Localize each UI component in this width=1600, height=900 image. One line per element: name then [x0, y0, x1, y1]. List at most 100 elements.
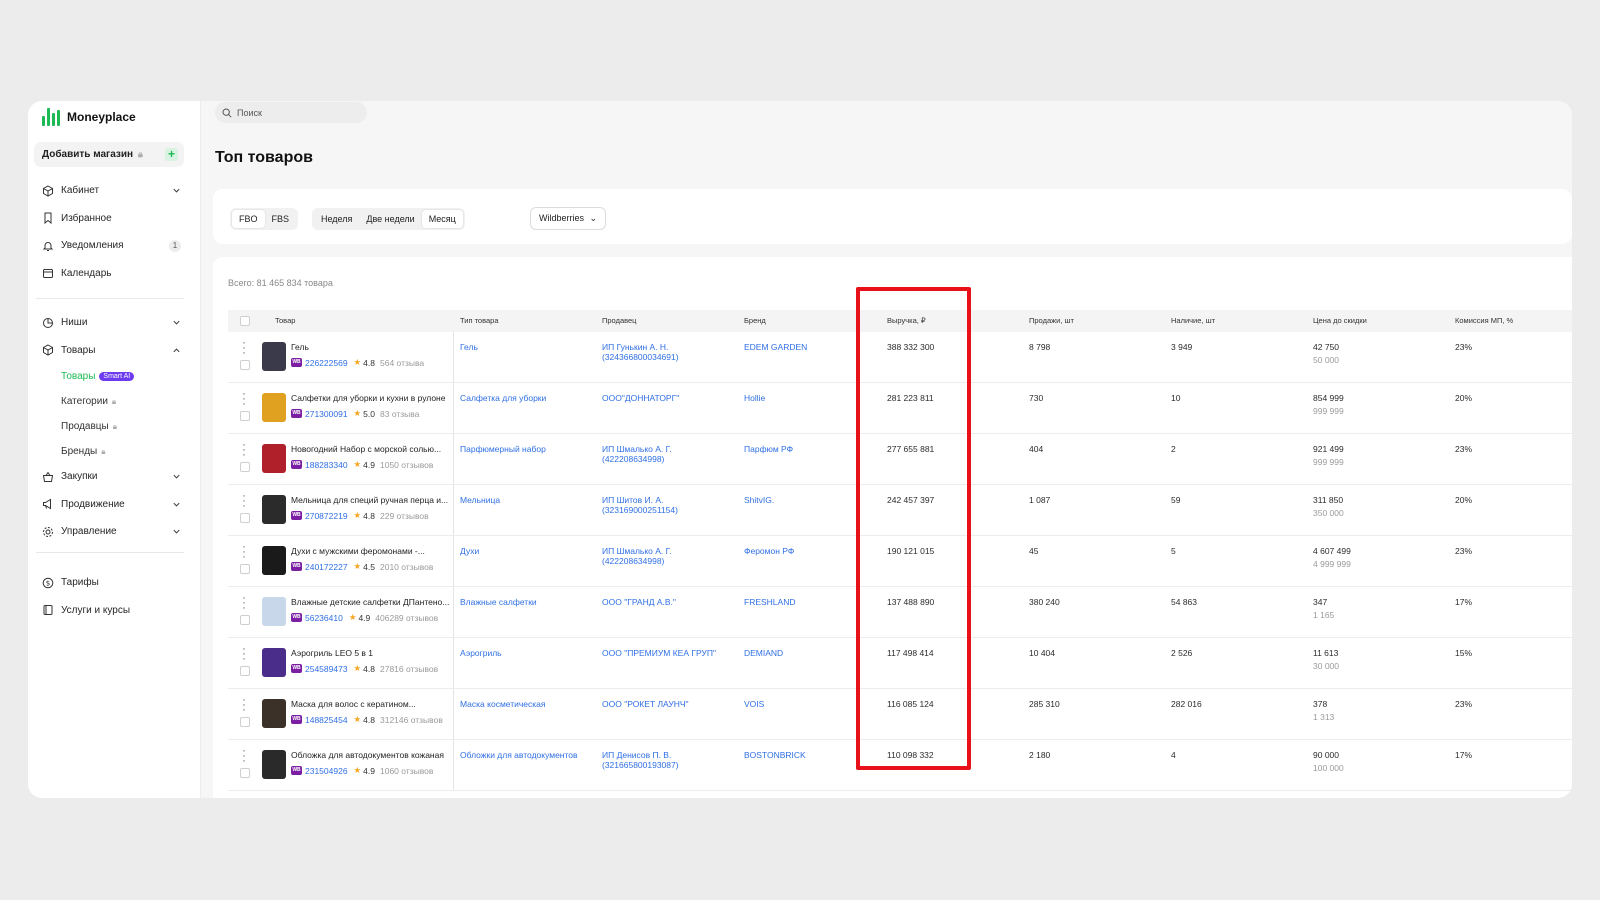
product-name[interactable]: Аэрогриль LEO 5 в 1: [291, 648, 453, 658]
submenu-item-2[interactable]: Продавцы 🔒︎: [28, 414, 201, 439]
sidebar-item-nav_top-1[interactable]: Избранное: [28, 205, 201, 233]
product-name[interactable]: Духи с мужскими феромонами -...: [291, 546, 453, 556]
submenu-item-1[interactable]: Категории 🔒︎: [28, 389, 201, 414]
row-checkbox[interactable]: [240, 615, 250, 625]
chevron-down-icon[interactable]: [172, 318, 181, 327]
table-row[interactable]: · · · Влажные детские салфетки ДПантено... W…: [228, 587, 1572, 638]
product-type-link[interactable]: Мельница: [460, 495, 595, 505]
seller-link[interactable]: ООО "ПРЕМИУМ КЕА ГРУП": [602, 648, 716, 658]
product-type-link[interactable]: Парфюмерный набор: [460, 444, 595, 454]
table-row[interactable]: · · · Духи с мужскими феромонами -... WB 2401…: [228, 536, 1572, 587]
product-sku-link[interactable]: 254589473: [305, 664, 348, 674]
row-checkbox[interactable]: [240, 666, 250, 676]
product-sku-link[interactable]: 226222569: [305, 358, 348, 368]
sidebar-item-nav_bottom-1[interactable]: Услуги и курсы: [28, 597, 201, 625]
row-menu-icon[interactable]: · · ·: [240, 695, 248, 716]
seller-link[interactable]: ООО"ДОННАТОРГ": [602, 393, 679, 403]
product-thumbnail[interactable]: [262, 393, 286, 422]
brand-link[interactable]: Парфюм РФ: [744, 444, 793, 454]
sidebar-item-nav_top-2[interactable]: Уведомления 1: [28, 232, 201, 260]
sidebar-item-nav_top-0[interactable]: Кабинет: [28, 177, 201, 205]
row-menu-icon[interactable]: · · ·: [240, 542, 248, 563]
fbo-option[interactable]: FBO: [232, 210, 265, 228]
row-checkbox[interactable]: [240, 411, 250, 421]
product-thumbnail[interactable]: [262, 699, 286, 728]
row-menu-icon[interactable]: · · ·: [240, 746, 248, 767]
submenu-item-0[interactable]: Товары Smart AI: [28, 364, 201, 389]
product-sku-link[interactable]: 270872219: [305, 511, 348, 521]
row-checkbox[interactable]: [240, 717, 250, 727]
seller-link[interactable]: ИП Шмалько А. Г. (422208634998): [602, 546, 672, 566]
product-sku-link[interactable]: 240172227: [305, 562, 348, 572]
period-two-weeks[interactable]: Две недели: [359, 210, 421, 228]
product-thumbnail[interactable]: [262, 648, 286, 677]
product-name[interactable]: Гель: [291, 342, 453, 352]
product-name[interactable]: Салфетки для уборки и кухни в рулоне: [291, 393, 453, 403]
brand-link[interactable]: Феромон РФ: [744, 546, 794, 556]
product-type-link[interactable]: Духи: [460, 546, 595, 556]
row-menu-icon[interactable]: · · ·: [240, 593, 248, 614]
table-row[interactable]: · · · Мельница для специй ручная перца и...…: [228, 485, 1572, 536]
row-checkbox[interactable]: [240, 360, 250, 370]
row-menu-icon[interactable]: · · ·: [240, 644, 248, 665]
seller-link[interactable]: ИП Гунькин А. Н. (324366800034691): [602, 342, 679, 362]
column-header-8[interactable]: Комиссия МП, %: [1455, 310, 1513, 332]
sidebar-item-nav_top-3[interactable]: Календарь: [28, 260, 201, 288]
column-header-6[interactable]: Наличие, шт: [1171, 310, 1215, 332]
period-week[interactable]: Неделя: [314, 210, 359, 228]
row-checkbox[interactable]: [240, 768, 250, 778]
brand-link[interactable]: ShitvIG.: [744, 495, 774, 505]
column-header-1[interactable]: Тип товара: [460, 310, 499, 332]
product-type-link[interactable]: Обложки для автодокументов: [460, 750, 595, 760]
sidebar-item-nav_mid-0[interactable]: Ниши: [28, 309, 201, 337]
add-shop-button[interactable]: Добавить магазин 🔒︎ +: [34, 142, 184, 167]
chevron-down-icon[interactable]: [172, 472, 181, 481]
chevron-down-icon[interactable]: [172, 186, 181, 195]
product-type-link[interactable]: Гель: [460, 342, 595, 352]
product-thumbnail[interactable]: [262, 546, 286, 575]
seller-link[interactable]: ИП Шитов И. А. (323169000251154): [602, 495, 678, 515]
product-thumbnail[interactable]: [262, 495, 286, 524]
seller-link[interactable]: ИП Денисов П. В. (321665800193087): [602, 750, 679, 770]
sidebar-item-nav_bottom-0[interactable]: $ Тарифы: [28, 569, 201, 597]
product-sku-link[interactable]: 271300091: [305, 409, 348, 419]
seller-link[interactable]: ООО "РОКЕТ ЛАУНЧ": [602, 699, 689, 709]
product-name[interactable]: Обложка для автодокументов кожаная: [291, 750, 453, 760]
product-thumbnail[interactable]: [262, 750, 286, 779]
row-menu-icon[interactable]: · · ·: [240, 338, 248, 359]
search-input[interactable]: Поиск: [215, 102, 367, 123]
logo[interactable]: Moneyplace: [42, 106, 136, 128]
brand-link[interactable]: EDEM GARDEN: [744, 342, 807, 352]
product-type-link[interactable]: Маска косметическая: [460, 699, 595, 709]
product-sku-link[interactable]: 56236410: [305, 613, 343, 623]
column-header-4[interactable]: Выручка, ₽: [887, 310, 926, 332]
column-header-3[interactable]: Бренд: [744, 310, 766, 332]
brand-link[interactable]: BOSTONBRICK: [744, 750, 806, 760]
table-row[interactable]: · · · Обложка для автодокументов кожаная WB 2…: [228, 740, 1572, 791]
chevron-up-icon[interactable]: [172, 346, 181, 355]
chevron-down-icon[interactable]: [172, 527, 181, 536]
marketplace-select[interactable]: Wildberries ⌄: [530, 207, 607, 230]
table-row[interactable]: · · · Гель WB 226222569 ★ 4.8 564 отзыва Гель ИП Г…: [228, 332, 1572, 383]
brand-link[interactable]: Hollie: [744, 393, 765, 403]
table-row[interactable]: · · · Маска для волос с кератином... WB 14882…: [228, 689, 1572, 740]
seller-link[interactable]: ИП Шмалько А. Г. (422208634998): [602, 444, 672, 464]
column-header-2[interactable]: Продавец: [602, 310, 636, 332]
period-month[interactable]: Месяц: [421, 210, 463, 228]
product-type-link[interactable]: Влажные салфетки: [460, 597, 595, 607]
brand-link[interactable]: DEMIAND: [744, 648, 783, 658]
sidebar-item-nav_mid-1[interactable]: Товары: [28, 337, 201, 365]
sidebar-item-nav_low-2[interactable]: Управление: [28, 518, 201, 546]
product-sku-link[interactable]: 188283340: [305, 460, 348, 470]
brand-link[interactable]: FRESHLAND: [744, 597, 795, 607]
fbs-option[interactable]: FBS: [265, 210, 297, 228]
column-header-0[interactable]: Товар: [275, 310, 295, 332]
product-name[interactable]: Мельница для специй ручная перца и...: [291, 495, 453, 505]
product-sku-link[interactable]: 231504926: [305, 766, 348, 776]
sidebar-item-nav_low-0[interactable]: Закупки: [28, 463, 201, 491]
product-type-link[interactable]: Аэрогриль: [460, 648, 595, 658]
row-menu-icon[interactable]: · · ·: [240, 389, 248, 410]
product-name[interactable]: Новогодний Набор с морской солью...: [291, 444, 453, 454]
table-row[interactable]: · · · Новогодний Набор с морской солью... WB…: [228, 434, 1572, 485]
column-header-5[interactable]: Продажи, шт: [1029, 310, 1074, 332]
